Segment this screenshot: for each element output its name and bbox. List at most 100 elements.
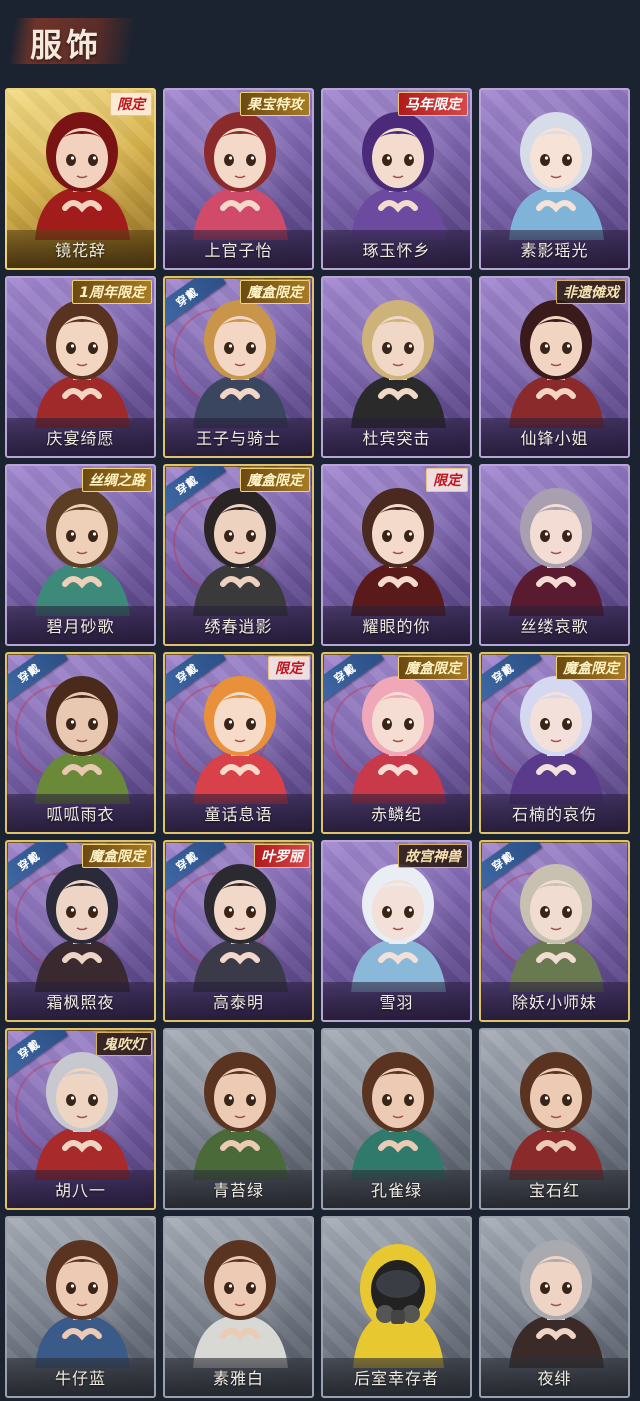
costume-name-bar: 夜绯 xyxy=(481,1358,628,1396)
costume-card[interactable]: 穿戴 叶罗丽 高泰明 xyxy=(163,840,314,1022)
costume-card[interactable]: 穿戴 魔盒限定 绣春逍影 xyxy=(163,464,314,646)
costume-name-bar: 后室幸存者 xyxy=(323,1358,470,1396)
costume-name: 耀眼的你 xyxy=(362,617,431,636)
character-portrait xyxy=(509,1052,604,1180)
costume-name: 上官子怡 xyxy=(204,241,273,260)
costume-card[interactable]: 孔雀绿 xyxy=(321,1028,472,1210)
costume-name-bar: 碧月砂歌 xyxy=(7,606,154,644)
limited-badge: 限定 xyxy=(110,92,152,116)
costume-card[interactable]: 牛仔蓝 xyxy=(5,1216,156,1398)
costume-card[interactable]: 穿戴 呱呱雨衣 xyxy=(5,652,156,834)
character-portrait xyxy=(193,1052,288,1180)
limited-badge: 鬼吹灯 xyxy=(96,1032,152,1056)
costume-card[interactable]: 非遗傩戏仙锋小姐 xyxy=(479,276,630,458)
costume-card[interactable]: 限定 镜花辞 xyxy=(5,88,156,270)
costume-card[interactable]: 素雅白 xyxy=(163,1216,314,1398)
costume-card[interactable]: 丝缕哀歌 xyxy=(479,464,630,646)
character-portrait xyxy=(351,1052,446,1180)
costume-name-bar: 素雅白 xyxy=(165,1358,312,1396)
costume-card[interactable]: 穿戴 魔盒限定 石楠的哀伤 xyxy=(479,652,630,834)
costume-name-bar: 赤鳞纪 xyxy=(323,794,470,832)
costume-name-bar: 仙锋小姐 xyxy=(481,418,628,456)
costume-card[interactable]: 果宝特攻上官子怡 xyxy=(163,88,314,270)
costume-grid: 限定 镜花辞 果宝特攻 上官子怡 马年限定 琢玉怀乡 素影瑶光 1周年限定 庆宴… xyxy=(5,88,630,1398)
costume-name-bar: 丝缕哀歌 xyxy=(481,606,628,644)
costume-name-bar: 高泰明 xyxy=(165,982,312,1020)
costume-name: 绣春逍影 xyxy=(204,617,273,636)
costume-name: 宝石红 xyxy=(528,1181,580,1200)
costume-card[interactable]: 1周年限定庆宴绮愿 xyxy=(5,276,156,458)
costume-name-bar: 除妖小师妹 xyxy=(481,982,628,1020)
costume-name: 杜宾突击 xyxy=(362,429,431,448)
character-portrait xyxy=(509,1240,604,1368)
limited-badge: 马年限定 xyxy=(398,92,468,116)
character-portrait xyxy=(35,1240,130,1368)
costume-name: 碧月砂歌 xyxy=(46,617,115,636)
costume-name-bar: 宝石红 xyxy=(481,1170,628,1208)
costume-name: 石楠的哀伤 xyxy=(511,805,597,824)
costume-name: 霜枫照夜 xyxy=(46,993,115,1012)
limited-badge: 叶罗丽 xyxy=(254,844,310,868)
costume-card[interactable]: 杜宾突击 xyxy=(321,276,472,458)
costume-card[interactable]: 丝绸之路碧月砂歌 xyxy=(5,464,156,646)
costume-name: 童话息语 xyxy=(204,805,273,824)
costume-name-bar: 素影瑶光 xyxy=(481,230,628,268)
costume-name: 素雅白 xyxy=(212,1369,264,1388)
costume-card[interactable]: 素影瑶光 xyxy=(479,88,630,270)
costume-card[interactable]: 穿戴 限定 童话息语 xyxy=(163,652,314,834)
limited-badge: 魔盒限定 xyxy=(556,656,626,680)
costume-card[interactable]: 穿戴 魔盒限定 霜枫照夜 xyxy=(5,840,156,1022)
character-portrait xyxy=(509,112,604,240)
limited-badge: 魔盒限定 xyxy=(240,280,310,304)
character-portrait xyxy=(509,488,604,616)
costume-name: 胡八一 xyxy=(54,1181,106,1200)
page-header: 服饰 xyxy=(0,0,640,80)
costume-name: 呱呱雨衣 xyxy=(46,805,115,824)
costume-card[interactable]: 限定耀眼的你 xyxy=(321,464,472,646)
limited-badge: 非遗傩戏 xyxy=(556,280,626,304)
costume-name-bar: 耀眼的你 xyxy=(323,606,470,644)
page-title: 服饰 xyxy=(30,26,103,64)
costume-name: 庆宴绮愿 xyxy=(46,429,115,448)
costume-card[interactable]: 青苔绿 xyxy=(163,1028,314,1210)
costume-card[interactable]: 穿戴 鬼吹灯 胡八一 xyxy=(5,1028,156,1210)
costume-name: 丝缕哀歌 xyxy=(520,617,589,636)
costume-card[interactable]: 后室幸存者 xyxy=(321,1216,472,1398)
character-portrait xyxy=(353,1244,444,1368)
costume-name: 除妖小师妹 xyxy=(511,993,597,1012)
limited-badge: 魔盒限定 xyxy=(82,844,152,868)
limited-badge: 魔盒限定 xyxy=(398,656,468,680)
costume-name: 王子与骑士 xyxy=(195,429,281,448)
costume-card[interactable]: 穿戴 魔盒限定 赤鳞纪 xyxy=(321,652,472,834)
costume-card[interactable]: 宝石红 xyxy=(479,1028,630,1210)
limited-badge: 限定 xyxy=(426,468,468,492)
costume-card[interactable]: 马年限定 琢玉怀乡 xyxy=(321,88,472,270)
costume-name-bar: 杜宾突击 xyxy=(323,418,470,456)
costume-card[interactable]: 夜绯 xyxy=(479,1216,630,1398)
costume-card[interactable]: 穿戴 除妖小师妹 xyxy=(479,840,630,1022)
costume-name-bar: 呱呱雨衣 xyxy=(7,794,154,832)
costume-name: 孔雀绿 xyxy=(370,1181,422,1200)
character-portrait xyxy=(193,1240,288,1368)
costume-name-bar: 孔雀绿 xyxy=(323,1170,470,1208)
costume-card[interactable]: 故宫神兽雪羽 xyxy=(321,840,472,1022)
limited-badge: 1周年限定 xyxy=(72,280,152,304)
costume-name-bar: 胡八一 xyxy=(7,1170,154,1208)
limited-badge: 果宝特攻 xyxy=(240,92,310,116)
costume-name: 夜绯 xyxy=(537,1369,572,1388)
costume-name: 牛仔蓝 xyxy=(54,1369,106,1388)
limited-badge: 丝绸之路 xyxy=(82,468,152,492)
costume-name-bar: 青苔绿 xyxy=(165,1170,312,1208)
costume-name-bar: 上官子怡 xyxy=(165,230,312,268)
limited-badge: 限定 xyxy=(268,656,310,680)
costume-name: 素影瑶光 xyxy=(520,241,589,260)
character-portrait xyxy=(351,300,446,428)
limited-badge: 魔盒限定 xyxy=(240,468,310,492)
costume-name: 高泰明 xyxy=(212,993,264,1012)
costume-name: 雪羽 xyxy=(379,993,414,1012)
costume-name: 赤鳞纪 xyxy=(370,805,422,824)
costume-card[interactable]: 穿戴 魔盒限定 王子与骑士 xyxy=(163,276,314,458)
limited-badge: 故宫神兽 xyxy=(398,844,468,868)
costume-name-bar: 童话息语 xyxy=(165,794,312,832)
costume-name-bar: 庆宴绮愿 xyxy=(7,418,154,456)
